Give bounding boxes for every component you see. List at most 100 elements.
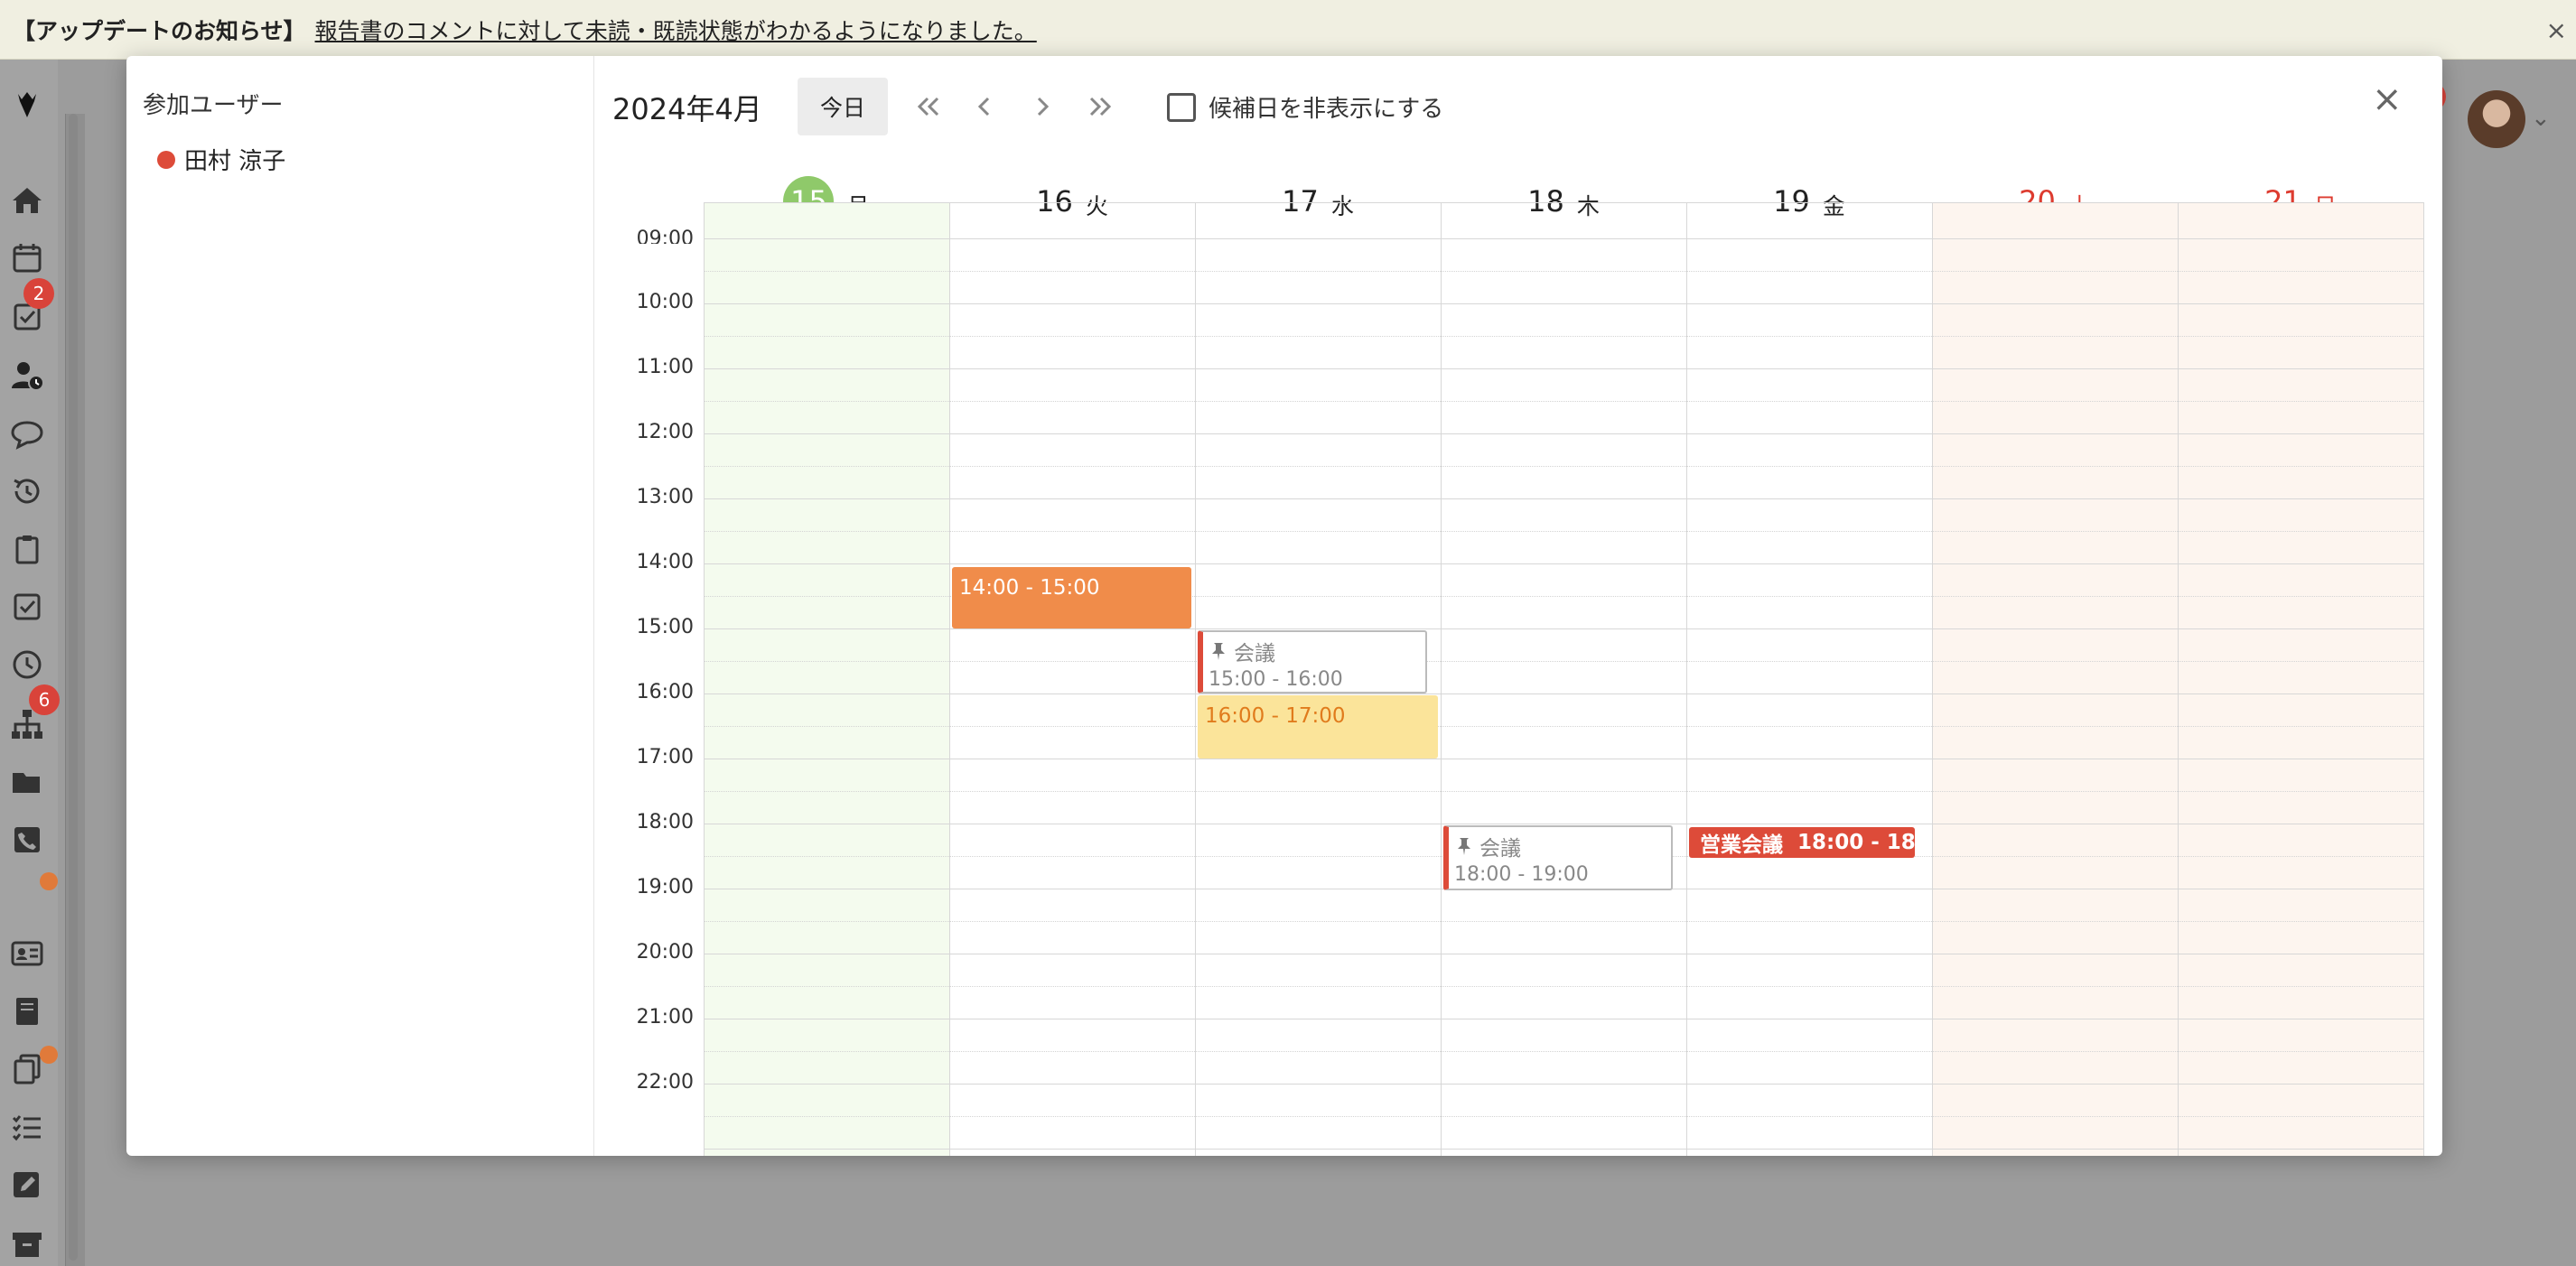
grid-line [704, 466, 2423, 467]
notice-tag: 【アップデートのお知らせ】 [13, 17, 306, 44]
next-week-icon[interactable] [1080, 87, 1120, 126]
time-label: 09:00 [636, 228, 694, 244]
grid-line [704, 271, 2423, 272]
clock-icon[interactable] [7, 645, 47, 684]
event-time: 15:00 - 16:00 [1209, 668, 1343, 691]
grid-line [704, 661, 2423, 662]
today-button[interactable]: 今日 [798, 78, 888, 135]
grid-line [704, 531, 2423, 532]
notice-close-icon[interactable]: × [2546, 15, 2567, 45]
participant-item[interactable]: 田村 涼子 [157, 143, 285, 176]
time-label: 11:00 [636, 356, 694, 378]
time-label: 13:00 [636, 486, 694, 508]
schedule-modal: 参加ユーザー 田村 涼子 2024年4月 今日 候補日を非表示にする × 15 … [126, 56, 2442, 1156]
id-card-icon[interactable] [7, 934, 47, 973]
grid-line [704, 726, 2423, 727]
pin-icon [1212, 643, 1225, 660]
time-label: 19:00 [636, 876, 694, 898]
event-title-row: 会議 [1454, 831, 1666, 861]
column-line [2423, 202, 2424, 1156]
column-line [2178, 202, 2179, 1156]
pin-icon [1458, 838, 1470, 855]
column-line [1195, 202, 1196, 1156]
hide-candidates-toggle[interactable]: 候補日を非表示にする [1167, 90, 1443, 124]
update-notice-bar: 【アップデートのお知らせ】 報告書のコメントに対して未読・既読状態がわかるように… [0, 0, 2576, 60]
event-title: 会議 [1479, 837, 1521, 861]
user-clock-icon[interactable] [7, 356, 47, 396]
time-label: 18:00 [636, 811, 694, 833]
event-time: 16:00 - 17:00 [1205, 704, 1346, 728]
event-time: 18:00 - 18 [1797, 831, 1915, 854]
chat-icon[interactable] [7, 414, 47, 453]
phone-dot [40, 872, 58, 890]
sidebar-scrollbar[interactable] [69, 114, 78, 1261]
event-block[interactable]: 14:00 - 15:00 [952, 567, 1191, 628]
checkbox-icon[interactable] [7, 587, 47, 627]
notice-link[interactable]: 報告書のコメントに対して未読・既読状態がわかるようになりました。 [315, 14, 1037, 46]
grid-line [704, 563, 2423, 564]
time-label: 15:00 [636, 616, 694, 638]
grid-line [704, 202, 2423, 203]
event-block[interactable]: 16:00 - 17:00 [1198, 695, 1438, 759]
grid-line [704, 368, 2423, 369]
event-block[interactable]: 会議 15:00 - 16:00 [1198, 630, 1427, 694]
column-line [704, 202, 705, 1156]
event-title: 営業会議 [1700, 833, 1783, 857]
edit-icon[interactable] [7, 1165, 47, 1205]
prev-day-icon[interactable] [965, 87, 1004, 126]
avatar[interactable] [2468, 90, 2525, 148]
grid-line [704, 498, 2423, 499]
participant-color-dot [157, 150, 175, 169]
time-label: 17:00 [636, 746, 694, 768]
participants-title: 参加ユーザー [143, 92, 284, 119]
week-grid[interactable]: 14:00 - 15:00 会議 15:00 - 16:00 16:00 - 1… [704, 202, 2424, 1156]
phone-icon[interactable] [7, 820, 47, 860]
grid-line [704, 628, 2423, 629]
event-time: 14:00 - 15:00 [959, 576, 1100, 600]
history-icon[interactable] [7, 471, 47, 511]
grid-line [704, 986, 2423, 987]
close-icon[interactable]: × [2372, 81, 2403, 117]
participants-panel: 参加ユーザー 田村 涼子 [126, 56, 594, 1156]
event-block[interactable]: 営業会議 18:00 - 18 [1689, 827, 1915, 858]
column-line [949, 202, 950, 1156]
event-title: 会議 [1234, 642, 1275, 666]
clipboard-icon[interactable] [7, 529, 47, 569]
time-label: 12:00 [636, 421, 694, 443]
prev-week-icon[interactable] [909, 87, 948, 126]
month-label: 2024年4月 [612, 92, 762, 126]
grid-line [704, 1149, 2423, 1150]
logo-icon[interactable] [7, 85, 47, 125]
time-label: 21:00 [636, 1006, 694, 1029]
time-label: 14:00 [636, 551, 694, 573]
grid-line [704, 401, 2423, 402]
calendar-icon[interactable] [7, 238, 47, 278]
list-icon[interactable] [7, 1107, 47, 1147]
sidebar: 2 6 [0, 60, 60, 1266]
chevron-down-icon[interactable]: ⌄ [2531, 105, 2551, 132]
time-label: 22:00 [636, 1071, 694, 1094]
column-line [1441, 202, 1442, 1156]
copy-dot [40, 1046, 58, 1064]
grid-line [704, 238, 2423, 239]
book-icon[interactable] [7, 991, 47, 1031]
grid-line [704, 1116, 2423, 1117]
participant-name: 田村 涼子 [184, 148, 286, 175]
archive-icon[interactable] [7, 1224, 47, 1264]
time-label: 20:00 [636, 941, 694, 963]
today-column[interactable] [704, 202, 949, 1156]
hide-candidates-label: 候補日を非表示にする [1209, 96, 1444, 123]
grid-line [704, 433, 2423, 434]
task-badge: 2 [23, 278, 54, 309]
grid-line [704, 1051, 2423, 1052]
org-chart-badge: 6 [29, 684, 60, 715]
event-title-row: 会議 [1209, 636, 1420, 666]
grid-line [704, 336, 2423, 337]
time-label: 10:00 [636, 291, 694, 313]
hide-candidates-checkbox[interactable] [1167, 92, 1196, 122]
next-day-icon[interactable] [1022, 87, 1062, 126]
home-icon[interactable] [7, 181, 47, 220]
column-line [1686, 202, 1687, 1156]
folder-icon[interactable] [7, 762, 47, 802]
event-block[interactable]: 会議 18:00 - 19:00 [1443, 825, 1673, 890]
